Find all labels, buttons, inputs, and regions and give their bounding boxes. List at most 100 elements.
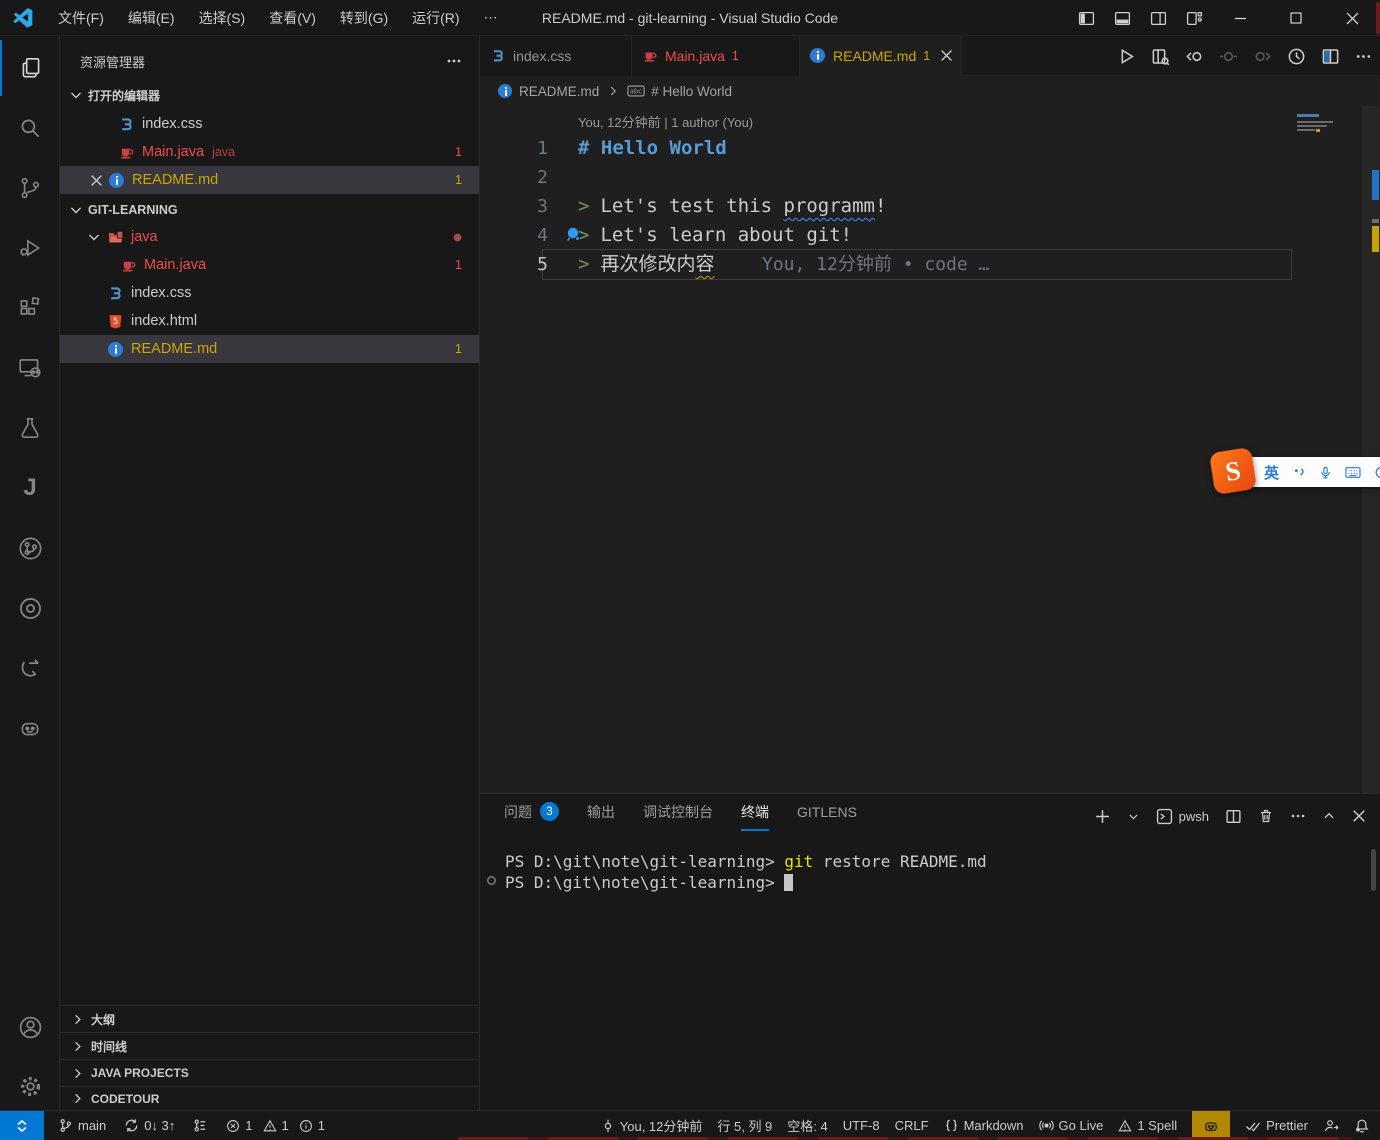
menu-file[interactable]: 文件(F) (46, 0, 116, 36)
open-editor-item-mainjava[interactable]: Main.java java 1 (60, 138, 480, 166)
open-preview-side-icon[interactable] (1151, 47, 1170, 66)
language-mode[interactable]: Markdown (944, 1118, 1024, 1133)
feedback-account-status[interactable] (1323, 1118, 1339, 1134)
panel-tab-gitlens[interactable]: GITLENS (797, 804, 857, 829)
remote-indicator[interactable] (0, 1111, 44, 1140)
cursor-position[interactable]: 行 5, 列 9 (717, 1116, 772, 1135)
go-live-button[interactable]: Go Live (1039, 1118, 1104, 1133)
menu-selection[interactable]: 选择(S) (187, 0, 258, 36)
extensions-icon[interactable] (0, 280, 60, 336)
accounts-icon[interactable] (0, 999, 60, 1055)
panel-tab-debug-console[interactable]: 调试控制台 (643, 802, 713, 831)
editor-line-3[interactable]: 3 >Let's test this programm! (480, 192, 1380, 221)
tab-readme-active[interactable]: README.md 1 (800, 36, 962, 76)
maximize-button[interactable] (1268, 0, 1324, 36)
menu-goto[interactable]: 转到(G) (328, 0, 400, 36)
eol-sequence[interactable]: CRLF (895, 1118, 929, 1133)
tree-item-mainjava[interactable]: Main.java 1 (60, 251, 480, 279)
tree-item-readme[interactable]: README.md 1 (60, 335, 480, 363)
close-panel-icon[interactable] (1352, 809, 1366, 823)
open-changes-prev-icon[interactable] (1185, 47, 1204, 66)
customize-layout-icon[interactable] (1176, 0, 1212, 36)
close-tab-icon[interactable] (940, 49, 953, 62)
blame-status[interactable]: You, 12分钟前 (601, 1116, 703, 1135)
toggle-panel-icon[interactable] (1104, 0, 1140, 36)
notifications-bell[interactable] (1354, 1118, 1370, 1134)
ime-keyboard-icon[interactable] (1345, 465, 1361, 480)
open-editor-item-indexcss[interactable]: index.css (60, 110, 480, 138)
ai-assistant-icon[interactable] (0, 700, 60, 756)
branch-indicator[interactable]: main (58, 1118, 106, 1133)
toggle-secondary-sidebar-icon[interactable] (1140, 0, 1176, 36)
settings-gear-icon[interactable] (0, 1058, 60, 1114)
ai-assistant-status[interactable] (1192, 1111, 1230, 1140)
explorer-icon[interactable] (0, 40, 60, 96)
breadcrumb-file[interactable]: README.md (519, 84, 599, 99)
sync-indicator[interactable]: 0↓ 3↑ (124, 1118, 175, 1133)
ime-punctuation-icon[interactable] (1292, 465, 1306, 480)
menu-view[interactable]: 查看(V) (257, 0, 328, 36)
close-window-button[interactable] (1324, 0, 1380, 36)
open-changes-icon[interactable] (1219, 47, 1238, 66)
tree-folder-java[interactable]: java (60, 223, 480, 251)
editor-line-2[interactable]: 2 (480, 163, 1380, 192)
section-java-projects[interactable]: JAVA PROJECTS (60, 1059, 480, 1086)
split-editor-icon[interactable] (1321, 47, 1340, 66)
vscode-logo-icon[interactable] (0, 8, 46, 28)
menu-more[interactable]: ⋯ (472, 0, 510, 36)
panel-more-actions-icon[interactable] (1290, 808, 1306, 824)
remote-explorer-icon[interactable] (0, 340, 60, 396)
source-control-icon[interactable] (0, 160, 60, 216)
menu-run[interactable]: 运行(R) (400, 0, 471, 36)
terminal-output[interactable]: PS D:\git\note\git-learning> git restore… (480, 844, 1360, 1104)
terminal-scrollbar[interactable] (1371, 849, 1376, 891)
split-terminal-icon[interactable] (1225, 808, 1242, 825)
gitlens-graph-indicator[interactable] (193, 1118, 208, 1133)
panel-tab-problems[interactable]: 问题 3 (504, 802, 559, 831)
tree-item-indexcss[interactable]: index.css (60, 279, 480, 307)
open-editors-header[interactable]: 打开的编辑器 (60, 82, 480, 108)
encoding[interactable]: UTF-8 (843, 1118, 880, 1133)
terminal-dropdown-icon[interactable] (1127, 810, 1140, 823)
section-timeline[interactable]: 时间线 (60, 1032, 480, 1059)
panel-tab-output[interactable]: 输出 (587, 802, 615, 831)
new-terminal-icon[interactable] (1094, 808, 1111, 825)
section-codetour[interactable]: CODETOUR (60, 1086, 480, 1110)
ime-language-mode[interactable]: 英 (1264, 462, 1279, 483)
tree-item-indexhtml[interactable]: 5 index.html (60, 307, 480, 335)
toggle-sidebar-icon[interactable] (1068, 0, 1104, 36)
indentation[interactable]: 空格: 4 (787, 1116, 827, 1135)
problems-indicator[interactable]: 1 1 1 (226, 1118, 325, 1133)
ime-toolbox-icon[interactable] (1374, 465, 1380, 480)
prettier-status[interactable]: Prettier (1245, 1118, 1308, 1134)
run-and-debug-icon[interactable] (0, 220, 60, 276)
sidebar-more-actions-icon[interactable] (446, 53, 462, 69)
codetour-record-icon[interactable] (0, 580, 60, 636)
panel-tab-terminal[interactable]: 终端 (741, 802, 769, 831)
close-editor-icon[interactable] (90, 174, 103, 187)
editor-line-1[interactable]: 1 # Hello World (480, 134, 1380, 163)
file-history-icon[interactable] (1287, 47, 1306, 66)
ime-mic-icon[interactable] (1319, 465, 1332, 480)
run-icon[interactable] (1117, 47, 1136, 66)
tree-root-git-learning[interactable]: GIT-LEARNING (60, 196, 480, 223)
open-changes-next-icon[interactable] (1253, 47, 1272, 66)
open-editor-item-readme[interactable]: README.md 1 (60, 166, 480, 194)
menu-edit[interactable]: 编辑(E) (116, 0, 187, 36)
command-decoration-icon[interactable] (486, 875, 497, 886)
maximize-panel-icon[interactable] (1322, 809, 1336, 823)
minimap[interactable] (1295, 110, 1359, 138)
gitee-icon[interactable] (0, 640, 60, 696)
editor-line-5-current[interactable]: 5 >再次修改内容 You, 12分钟前 • code … (480, 250, 1380, 279)
git-graph-icon[interactable] (0, 520, 60, 576)
breadcrumb-symbol[interactable]: # Hello World (651, 84, 732, 99)
tab-indexcss[interactable]: index.css (480, 36, 632, 76)
editor-line-4[interactable]: 4 >Let's learn about git! (480, 221, 1380, 250)
sogou-logo[interactable]: S (1209, 447, 1257, 495)
more-actions-icon[interactable] (1355, 48, 1372, 65)
codelens-blame[interactable]: You, 12分钟前 | 1 author (You) (578, 112, 753, 131)
minimize-button[interactable] (1212, 0, 1268, 36)
java-projects-icon[interactable]: J (0, 460, 60, 516)
search-icon[interactable] (0, 100, 60, 156)
section-outline[interactable]: 大纲 (60, 1005, 480, 1032)
